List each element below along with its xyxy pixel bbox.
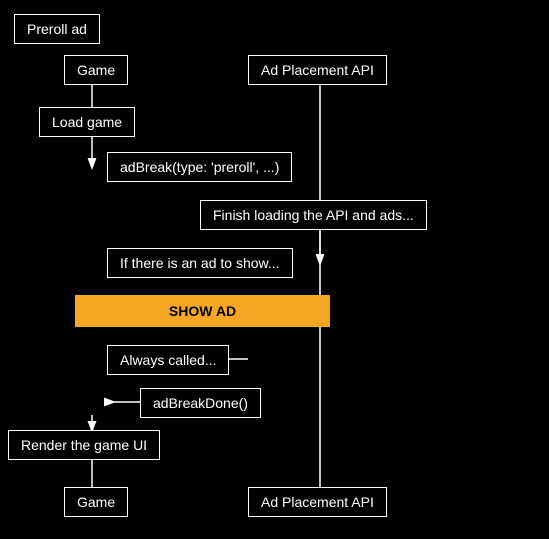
finish-loading-box: Finish loading the API and ads... [200, 200, 427, 230]
preroll-ad-label: Preroll ad [14, 14, 100, 44]
show-ad-box: SHOW AD [75, 295, 330, 327]
if-ad-box: If there is an ad to show... [107, 248, 293, 278]
ad-placement-api-box-bottom: Ad Placement API [248, 487, 387, 517]
ad-placement-api-box-top: Ad Placement API [248, 55, 387, 85]
game-box-bottom: Game [64, 487, 128, 517]
render-game-ui-box: Render the game UI [8, 430, 160, 460]
always-called-box: Always called... [107, 345, 229, 375]
ad-break-done-box: adBreakDone() [140, 388, 261, 418]
game-box-top: Game [64, 55, 128, 85]
load-game-box: Load game [39, 107, 135, 137]
ad-break-call-box: adBreak(type: 'preroll', ...) [107, 152, 292, 182]
